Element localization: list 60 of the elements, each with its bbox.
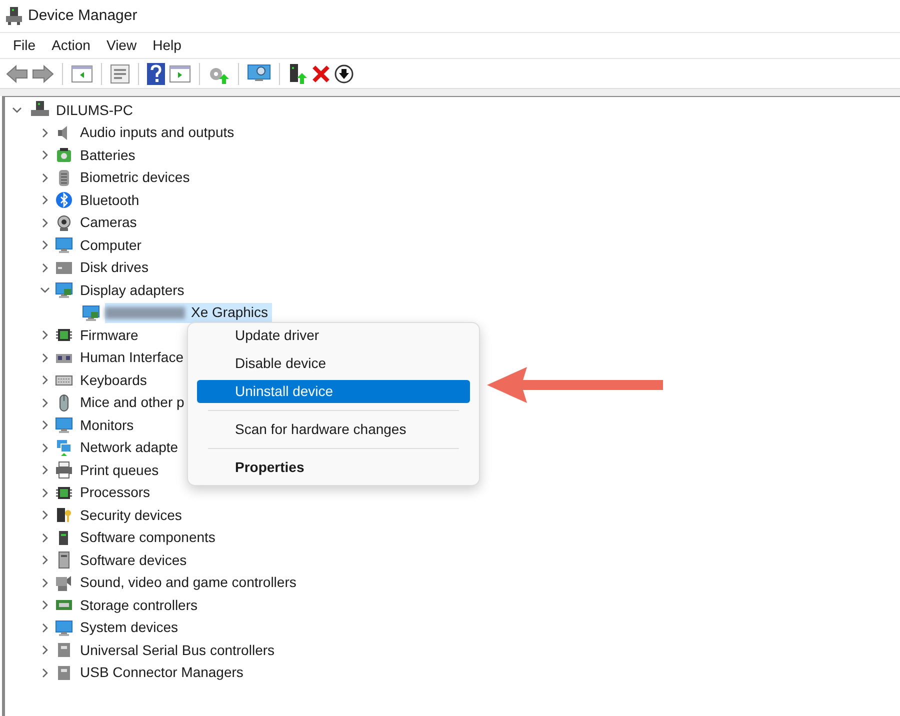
menu-item[interactable]: Uninstall device — [197, 380, 470, 403]
battery-icon — [55, 146, 73, 164]
properties-sheet-icon[interactable] — [110, 64, 130, 84]
tree-item[interactable]: Universal Serial Bus controllers — [79, 640, 276, 661]
tree-item[interactable]: Disk drives — [79, 257, 150, 278]
monitor-icon — [55, 236, 73, 254]
key-device-icon — [55, 506, 73, 524]
menu-bar-item[interactable]: View — [99, 35, 144, 56]
tree-item[interactable]: Sound, video and game controllers — [79, 572, 298, 594]
tree-item[interactable]: DILUMS-PC — [55, 100, 134, 121]
usb-device-icon — [55, 664, 73, 682]
download-circle-icon[interactable] — [334, 64, 354, 84]
forward-arrow-icon[interactable] — [32, 64, 54, 82]
device-upload-icon[interactable] — [288, 62, 308, 84]
monitor-search-icon[interactable] — [247, 64, 271, 84]
window-pane-icon[interactable] — [169, 64, 191, 82]
menu-item[interactable]: Disable device — [197, 352, 470, 375]
menu-item[interactable]: Scan for hardware changes — [197, 418, 470, 441]
tree-item[interactable]: Storage controllers — [79, 594, 199, 616]
tree-item[interactable]: System devices — [79, 617, 180, 638]
tree-item[interactable]: Software components — [79, 527, 216, 548]
tree-item[interactable]: Display adapters — [79, 280, 186, 301]
tree-item[interactable]: Network adapte — [79, 437, 180, 458]
tree-item[interactable]: Security devices — [79, 504, 183, 526]
tree-item[interactable]: Cameras — [79, 212, 138, 234]
tree-item[interactable]: Computer — [79, 234, 142, 256]
back-arrow-icon[interactable] — [6, 64, 28, 82]
help-icon[interactable] — [147, 62, 165, 84]
webcam-icon — [55, 214, 73, 232]
tree-item[interactable]: Bluetooth — [79, 190, 140, 211]
menu-bar-item[interactable]: Help — [146, 35, 188, 56]
tree-item[interactable]: Audio inputs and outputs — [79, 122, 236, 144]
tree-item[interactable]: Batteries — [79, 144, 136, 166]
close-icon[interactable] — [312, 64, 330, 82]
menu-item[interactable]: Properties — [197, 456, 470, 479]
display-adapter-icon — [55, 281, 73, 300]
window-title: Device Manager — [28, 6, 138, 26]
tree-item[interactable]: Xe Graphics — [105, 302, 272, 323]
usb-device-icon — [55, 641, 73, 660]
bluetooth-icon — [55, 191, 73, 210]
network-icon — [55, 438, 73, 457]
menu-item[interactable]: Update driver — [197, 324, 470, 347]
tree-item[interactable]: Processors — [79, 482, 152, 504]
tree-item[interactable]: Human Interface — [79, 347, 184, 368]
monitor-icon — [55, 416, 73, 434]
window-pane-icon[interactable] — [71, 64, 93, 82]
monitor-icon — [55, 618, 73, 637]
device-manager-icon — [6, 7, 22, 25]
menu-bar-item[interactable]: Action — [44, 35, 98, 56]
tree-item[interactable]: Software devices — [79, 550, 188, 571]
tree-item[interactable]: Firmware — [79, 324, 140, 346]
printer-icon — [55, 461, 73, 480]
tree-item[interactable]: Keyboards — [79, 370, 148, 391]
tree-item[interactable]: Print queues — [79, 460, 160, 481]
tree-item[interactable]: USB Connector Managers — [79, 662, 244, 684]
tree-item[interactable]: Monitors — [79, 414, 135, 436]
display-adapter-icon — [81, 304, 101, 322]
tree-item[interactable]: Mice and other p — [79, 392, 186, 414]
tree-item[interactable]: Biometric devices — [79, 167, 191, 188]
menu-bar-item[interactable]: File — [6, 35, 43, 56]
